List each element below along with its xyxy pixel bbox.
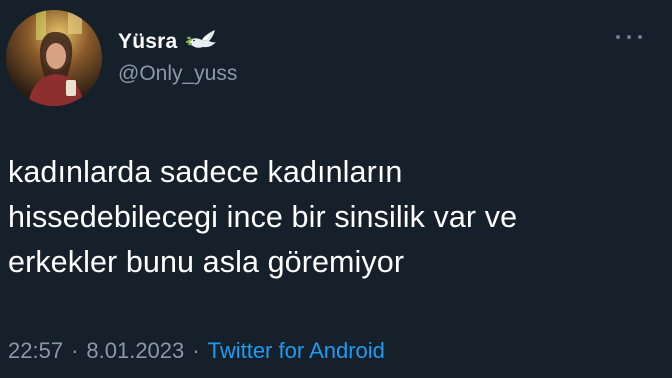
dove-icon	[185, 27, 219, 57]
tweet-text-line: hissedebilecegi ince bir sinsilik var ve	[8, 200, 518, 234]
profile-photo	[6, 10, 102, 106]
display-name[interactable]: Yüsra	[118, 30, 177, 54]
avatar[interactable]	[6, 10, 102, 106]
meta-separator: ·	[71, 338, 79, 363]
more-dot	[638, 35, 642, 39]
more-options-icon[interactable]	[616, 30, 642, 44]
tweet-card: Yüsra @Only_yuss kadınlarda sadece kadın…	[0, 0, 672, 378]
meta-separator: ·	[192, 338, 200, 363]
name-row: Yüsra	[118, 25, 219, 59]
tweet-text-line: kadınlarda sadece kadınların	[8, 155, 403, 189]
user-handle[interactable]: @Only_yuss	[118, 62, 237, 86]
tweet-source-link[interactable]: Twitter for Android	[208, 338, 385, 364]
tweet-time[interactable]: 22:57	[8, 338, 63, 364]
tweet-text-line: erkekler bunu asla göremiyor	[8, 245, 405, 279]
more-dot	[627, 35, 631, 39]
tweet-meta: 22:57 · 8.01.2023 · Twitter for Android	[8, 338, 385, 364]
more-dot	[616, 35, 620, 39]
tweet-text: kadınlarda sadece kadınların hissedebile…	[8, 150, 648, 285]
tweet-date[interactable]: 8.01.2023	[86, 338, 184, 364]
